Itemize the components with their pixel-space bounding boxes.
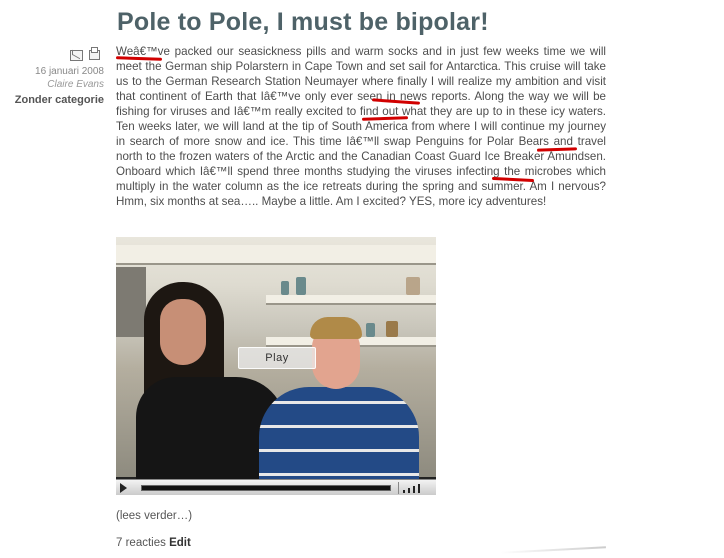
person-man-hair [310,317,362,339]
envelope-icon[interactable] [70,50,83,61]
play-button[interactable]: Play [238,347,316,369]
post-body: Weâ€™ve packed our seasickness pills and… [116,45,606,208]
volume-icon[interactable] [403,483,433,493]
post-meta: 16 januari 2008 Claire Evans Zonder cate… [0,47,104,106]
read-more-link[interactable]: (lees verder…) [116,510,192,522]
controls-divider [398,482,399,494]
lab-bottle [386,321,398,337]
lab-shelf [266,295,436,305]
comments-link[interactable]: 7 reacties [116,537,166,549]
post-title[interactable]: Pole to Pole, I must be bipolar! [117,8,489,37]
lab-cabinet [116,267,146,337]
lab-bottle [366,323,375,337]
printer-icon[interactable] [89,47,100,60]
person-woman-face [160,299,206,365]
post-date: 16 januari 2008 [35,66,104,77]
seek-bar[interactable] [141,485,391,491]
edit-link[interactable]: Edit [169,537,191,549]
lab-bottle [281,281,289,295]
post-actions [0,47,100,64]
person-man-body [259,387,419,487]
page-curl-decoration [500,546,606,554]
lab-bottle [406,277,420,295]
video-controls [116,479,436,495]
post-category[interactable]: Zonder categorie [0,94,104,106]
post-footer: 7 reacties Edit [116,537,191,549]
lab-bottle [296,277,306,295]
lab-shelf [116,245,436,265]
video-player[interactable]: Play [116,237,436,495]
play-icon[interactable] [120,483,127,493]
post-author[interactable]: Claire Evans [0,79,104,90]
